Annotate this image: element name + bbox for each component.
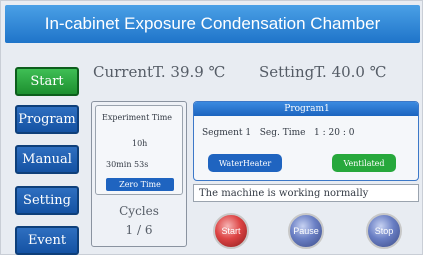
ventilated-label: Ventilated (343, 158, 385, 168)
nav-setting-label: Setting (23, 193, 71, 208)
current-temp-value: 39.9 (170, 63, 204, 81)
nav-manual-label: Manual (22, 152, 72, 167)
setting-temp-label: SettingT. (258, 63, 327, 81)
start-label: Start (221, 226, 241, 236)
stop-button[interactable]: Stop (366, 213, 402, 249)
page-title: In-cabinet Exposure Condensation Chamber (44, 14, 381, 33)
program-header: Program1 (194, 102, 418, 116)
cycles-value: 1 / 6 (125, 223, 153, 237)
segment-label: Segment (202, 128, 243, 138)
pause-button[interactable]: Pause (288, 213, 324, 249)
setting-temp-unit: ℃ (369, 63, 387, 81)
stop-label: Stop (374, 226, 394, 236)
zero-time-label: Zero Time (119, 180, 161, 189)
nav-start-label: Start (30, 74, 64, 89)
experiment-time-box: Experiment Time 10h 30min 53s Zero Time (95, 105, 183, 195)
program-panel: Program1 Segment 1 Seg. Time 1 : 20 : 0 … (193, 101, 419, 181)
nav-manual-button[interactable]: Manual (15, 145, 79, 174)
segment-info: Segment 1 Seg. Time 1 : 20 : 0 (202, 128, 354, 138)
nav-start-button[interactable]: Start (15, 67, 79, 96)
nav-event-label: Event (27, 233, 67, 248)
segment-value: 1 (245, 128, 252, 138)
nav-program-button[interactable]: Program (15, 105, 79, 134)
program-name: Program1 (284, 104, 330, 114)
experiment-min-sec: 30min 53s (106, 160, 149, 169)
nav-setting-button[interactable]: Setting (15, 186, 79, 215)
ventilated-indicator[interactable]: Ventilated (332, 154, 396, 172)
start-button[interactable]: Start (213, 213, 249, 249)
zero-time-button[interactable]: Zero Time (106, 178, 174, 191)
control-screen: In-cabinet Exposure Condensation Chamber… (0, 0, 423, 255)
time-cycles-panel: Experiment Time 10h 30min 53s Zero Time … (91, 101, 187, 247)
experiment-hours: 10h (132, 139, 148, 148)
experiment-time-label: Experiment Time (102, 113, 173, 122)
setting-temp-value: 40.0 (331, 63, 365, 81)
nav-event-button[interactable]: Event (15, 226, 79, 255)
cycles-label: Cycles (119, 204, 159, 218)
water-heater-indicator[interactable]: WaterHeater (208, 154, 282, 172)
seg-time-label: Seg. Time (259, 128, 306, 138)
nav-program-label: Program (18, 112, 76, 127)
status-message: The machine is working normally (193, 184, 419, 202)
seg-time-value: 1 : 20 : 0 (314, 128, 355, 138)
current-temp-unit: ℃ (208, 63, 226, 81)
current-temp-label: CurrentT. (93, 63, 166, 81)
pause-label: Pause (293, 226, 319, 236)
temperature-status: CurrentT. 39.9 ℃ SettingT. 40.0 ℃ (93, 63, 387, 81)
title-bar: In-cabinet Exposure Condensation Chamber (5, 5, 420, 43)
water-heater-label: WaterHeater (218, 158, 272, 168)
